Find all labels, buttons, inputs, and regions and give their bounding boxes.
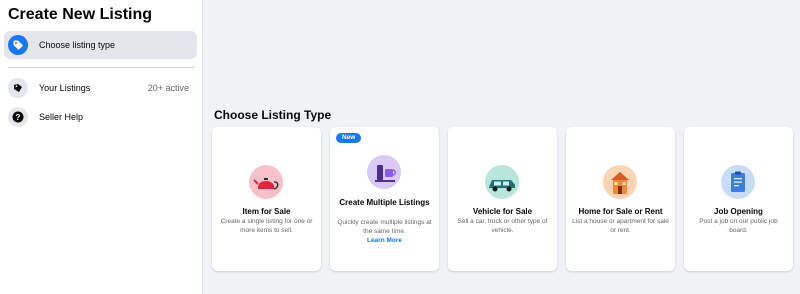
card-description: Quickly create multiple listings at the … (337, 219, 432, 235)
svg-text:?: ? (16, 113, 21, 122)
cups-icon (367, 155, 401, 189)
car-icon (485, 165, 519, 199)
card-description: Sell a car, truck or other type of vehic… (457, 218, 548, 234)
teapot-icon (249, 165, 283, 199)
sidebar: Create New Listing Choose listing type Y… (0, 0, 203, 294)
listing-type-card-home-for-sale-or-rent[interactable]: Home for Sale or Rent List a house or ap… (566, 127, 675, 271)
tag-icon (8, 35, 28, 55)
sidebar-item-seller-help[interactable]: ? Seller Help (4, 103, 197, 131)
sidebar-item-choose-listing-type[interactable]: Choose listing type (4, 31, 197, 59)
sidebar-item-your-listings[interactable]: Your Listings 20+ active (4, 74, 197, 102)
learn-more-link[interactable]: Learn More (330, 237, 439, 244)
listing-type-card-job-opening[interactable]: Job Opening Post a job on our public job… (684, 127, 793, 271)
card-description: Post a job on our public job board. (699, 218, 778, 234)
section-title: Choose Listing Type (214, 108, 332, 122)
card-title: Home for Sale or Rent (578, 207, 663, 216)
listing-type-card-vehicle-for-sale[interactable]: Vehicle for Sale Sell a car, truck or ot… (448, 127, 557, 271)
sidebar-item-label: Choose listing type (39, 40, 116, 50)
sidebar-item-label: Seller Help (39, 112, 84, 122)
card-description: List a house or apartment for sale or re… (572, 218, 669, 234)
new-badge: New (336, 133, 362, 143)
active-listings-count: 20+ active (147, 83, 189, 93)
sidebar-item-label: Your Listings (39, 83, 91, 93)
card-description: Create a single listing for one or more … (220, 218, 313, 234)
listing-type-card-item-for-sale[interactable]: Item for Sale Create a single listing fo… (212, 127, 321, 271)
card-title: Create Multiple Listings (339, 198, 430, 207)
card-title: Item for Sale (242, 207, 291, 216)
listing-type-card-create-multiple-listings[interactable]: New Create Multiple Listings Quickly cre… (330, 127, 439, 271)
clipboard-icon (721, 165, 755, 199)
sidebar-title: Create New Listing (8, 6, 153, 23)
sidebar-divider (8, 67, 194, 68)
card-title: Job Opening (714, 207, 763, 216)
question-icon: ? (8, 107, 28, 127)
listings-icon (8, 78, 28, 98)
house-icon (603, 165, 637, 199)
card-title: Vehicle for Sale (472, 207, 533, 216)
